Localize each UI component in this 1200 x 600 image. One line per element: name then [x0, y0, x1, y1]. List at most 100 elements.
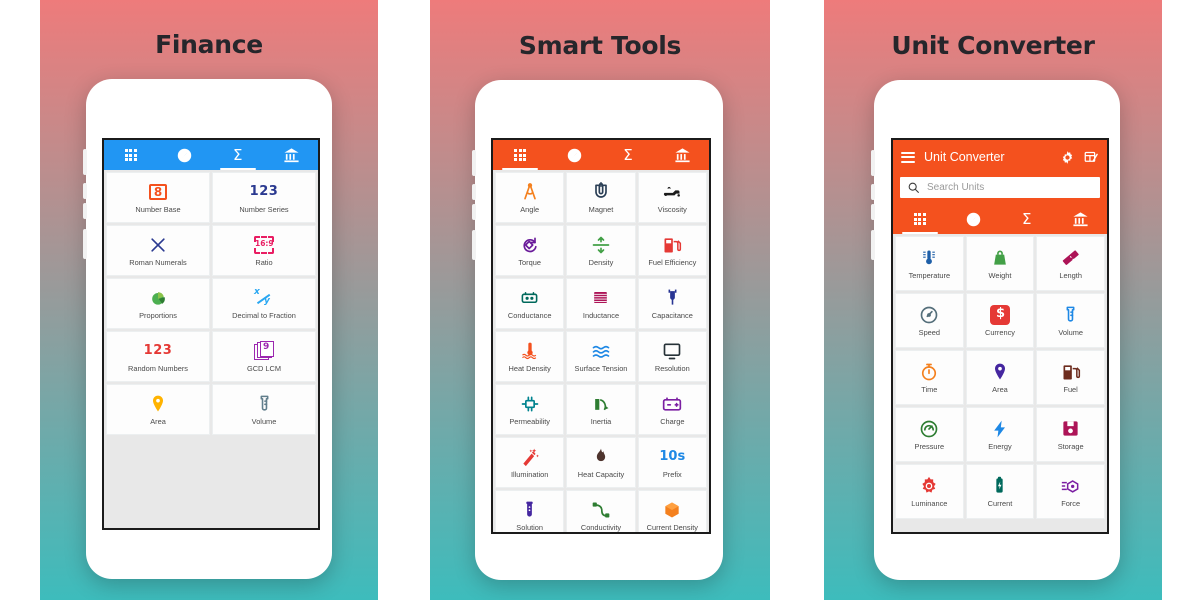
grid-item[interactable]: Solution: [495, 490, 565, 532]
grid-item[interactable]: Speed: [895, 293, 964, 348]
grid-item[interactable]: Pressure: [895, 407, 964, 462]
tool-grid: 8 Number Base 123 Number Series Roman Numera…: [104, 170, 318, 528]
tab-sigma[interactable]: Σ: [601, 140, 655, 170]
grid-item[interactable]: Force: [1036, 464, 1105, 519]
grid-item[interactable]: Roman Numerals: [106, 225, 210, 276]
grid-item[interactable]: Area: [965, 350, 1035, 405]
grid-item[interactable]: x y Decimal to Fraction: [212, 278, 316, 329]
grid-item-label: Pressure: [914, 441, 945, 451]
grid-item[interactable]: Viscosity: [637, 172, 707, 223]
grid-item[interactable]: 123 Number Series: [212, 172, 316, 223]
phone-side-button: [871, 150, 875, 176]
grid-item[interactable]: Capacitance: [637, 278, 707, 329]
grid-item-label: Capacitance: [651, 310, 693, 320]
flame-icon: [591, 446, 611, 468]
grid-item[interactable]: 123 Random Numbers: [106, 331, 210, 382]
grid-item[interactable]: Magnet: [566, 172, 636, 223]
grid-item-label: Solution: [516, 522, 544, 532]
angle-compass-icon: [520, 181, 540, 203]
grid-item-label: Fuel: [1063, 384, 1078, 394]
edit-table-icon[interactable]: [1084, 150, 1099, 165]
tab-active-indicator: [219, 167, 256, 170]
capacitance-icon: [663, 287, 682, 309]
grid-item-label: Torque: [518, 257, 541, 267]
tool-grid: Angle Magnet Viscosity Torque Density Fuel Ef…: [493, 170, 709, 532]
grid-item-label: Decimal to Fraction: [232, 310, 296, 320]
grid-item[interactable]: Illumination: [495, 437, 565, 488]
surface-tension-icon: [591, 340, 611, 362]
grid-item[interactable]: Inertia: [566, 384, 636, 435]
tab-bank[interactable]: [265, 140, 319, 170]
tab-compass[interactable]: [547, 140, 601, 170]
tab-bar: Σ: [104, 140, 318, 170]
grid-item[interactable]: Current Density: [637, 490, 707, 532]
grid-item-label: Magnet: [588, 204, 614, 214]
tab-grid[interactable]: [893, 204, 947, 234]
grid-item[interactable]: Proportions: [106, 278, 210, 329]
grid-item[interactable]: Time: [895, 350, 964, 405]
luminance-icon: [919, 475, 939, 497]
grid-item[interactable]: Temperature: [895, 236, 964, 291]
grid-item-label: Energy: [988, 441, 1012, 451]
phone-side-button: [472, 184, 476, 200]
search-input[interactable]: Search Units: [900, 177, 1100, 198]
grid-icon: [913, 212, 926, 226]
grid-item[interactable]: Conductance: [495, 278, 565, 329]
solution-tube-icon: [520, 499, 539, 521]
tab-sigma[interactable]: Σ: [211, 140, 265, 170]
grid-item[interactable]: 16:9 Ratio: [212, 225, 316, 276]
grid-item[interactable]: 8 Number Base: [106, 172, 210, 223]
tab-bank[interactable]: [1054, 204, 1108, 234]
grid-item[interactable]: Luminance: [895, 464, 964, 519]
current-density-icon: [662, 499, 682, 521]
number-series-icon: 123: [249, 184, 279, 200]
grid-item[interactable]: Density: [566, 225, 636, 276]
search-placeholder: Search Units: [927, 182, 985, 193]
gear-icon[interactable]: [1060, 150, 1075, 165]
tab-grid[interactable]: [104, 140, 158, 170]
grid-item[interactable]: Volume: [212, 384, 316, 435]
grid-item[interactable]: Charge: [637, 384, 707, 435]
grid-item-label: Viscosity: [657, 204, 687, 214]
grid-item[interactable]: Angle: [495, 172, 565, 223]
tab-bar: Σ: [893, 204, 1107, 234]
grid-item[interactable]: Resolution: [637, 331, 707, 382]
grid-item-label: Storage: [1057, 441, 1084, 451]
grid-item[interactable]: Fuel: [1036, 350, 1105, 405]
force-icon: [1061, 475, 1081, 497]
grid-item[interactable]: Surface Tension: [566, 331, 636, 382]
grid-item-label: Area: [992, 384, 1008, 394]
grid-item[interactable]: Energy: [965, 407, 1035, 462]
tab-sigma[interactable]: Σ: [1000, 204, 1054, 234]
hamburger-icon[interactable]: [901, 151, 915, 163]
grid-item[interactable]: Area: [106, 384, 210, 435]
tab-bank[interactable]: [655, 140, 709, 170]
grid-item[interactable]: Volume: [1036, 293, 1105, 348]
grid-item[interactable]: Fuel Efficiency: [637, 225, 707, 276]
conductance-icon: [520, 287, 539, 309]
phone-screen: Σ 8 Number Base 123 Number Series Roman Numer…: [102, 138, 320, 530]
grid-item[interactable]: $ Currency: [965, 293, 1035, 348]
pressure-gauge-icon: [919, 418, 939, 440]
phone-side-button: [83, 183, 87, 199]
grid-item[interactable]: Weight: [965, 236, 1035, 291]
tab-compass[interactable]: [947, 204, 1001, 234]
grid-item[interactable]: Torque: [495, 225, 565, 276]
grid-item[interactable]: Heat Capacity: [566, 437, 636, 488]
grid-item[interactable]: Inductance: [566, 278, 636, 329]
fuel-pump-icon: [1061, 361, 1081, 383]
store-screenshot-panel-smart-tools: Smart Tools Σ Angle Magnet Viscosity Torque De…: [430, 0, 770, 600]
grid-item[interactable]: Current: [965, 464, 1035, 519]
tab-compass[interactable]: [158, 140, 212, 170]
weight-icon: [990, 247, 1010, 269]
grid-item-label: Random Numbers: [128, 363, 188, 373]
grid-item[interactable]: Storage: [1036, 407, 1105, 462]
grid-item[interactable]: Permeability: [495, 384, 565, 435]
magnet-icon: [591, 181, 611, 203]
grid-item[interactable]: 9 GCD LCM: [212, 331, 316, 382]
grid-item[interactable]: Heat Density: [495, 331, 565, 382]
grid-item[interactable]: Length: [1036, 236, 1105, 291]
tab-grid[interactable]: [493, 140, 547, 170]
grid-item[interactable]: Conductivity: [566, 490, 636, 532]
grid-item[interactable]: 10s Prefix: [637, 437, 707, 488]
